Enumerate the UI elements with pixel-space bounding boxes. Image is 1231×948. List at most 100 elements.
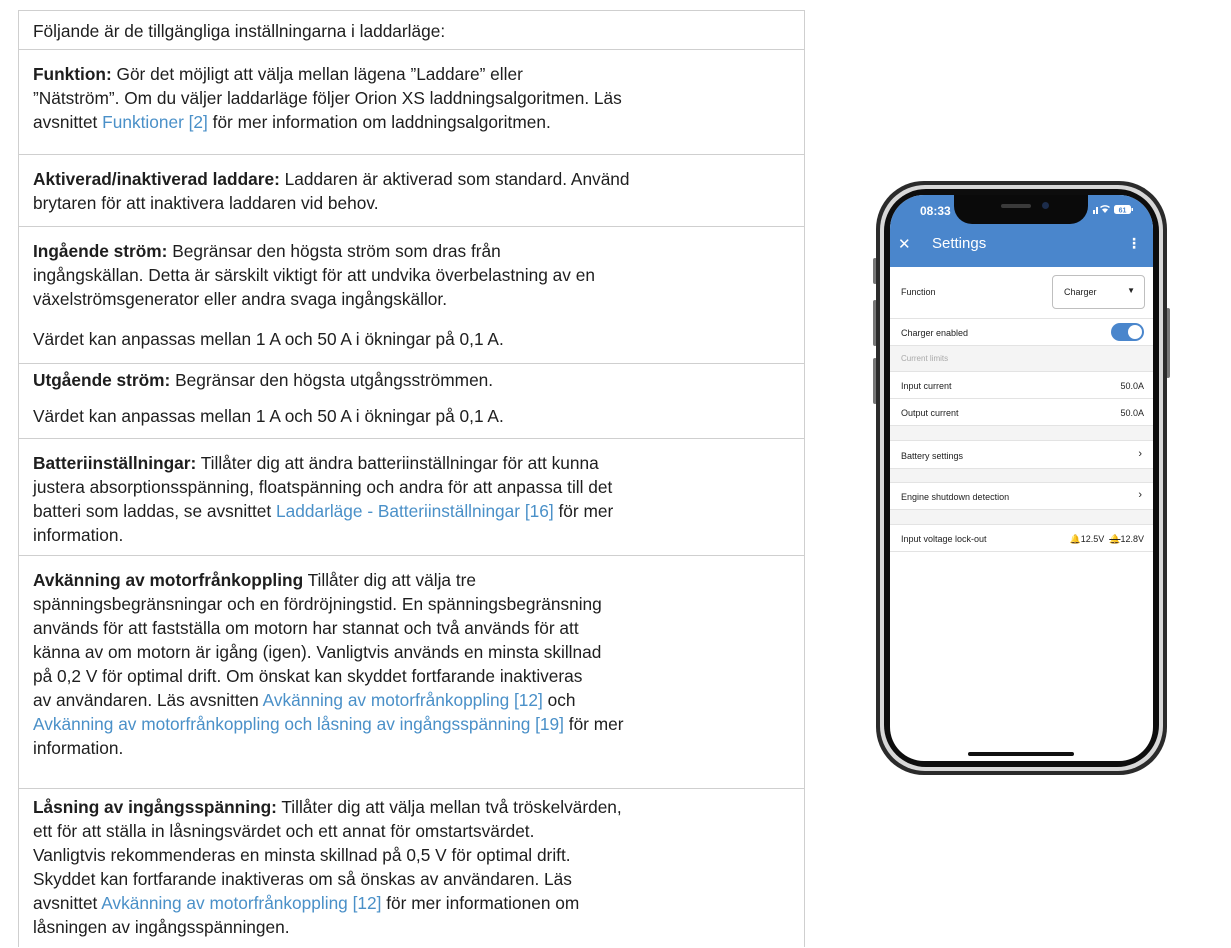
input-current-setting-row[interactable]: Input current 50.0A [890, 372, 1153, 399]
function-setting-label: Function [901, 287, 936, 297]
engine-line-5: på 0,2 V för optimal drift. Om önskat ka… [33, 666, 583, 686]
battery-settings-row: Batteriinställningar: Tillåter dig att ä… [19, 439, 804, 556]
battery-line-3a: batteri som laddas, se avsnittet [33, 501, 277, 521]
battery-settings-paragraph: Batteriinställningar: Tillåter dig att ä… [33, 451, 790, 547]
bell-off-icon: 🔔 [1109, 534, 1121, 544]
phone-screen: 08:33 61 ✕ Settings ⋮ Function Charger ▼… [890, 195, 1153, 761]
lockout-on-value: 12.5V [1080, 534, 1105, 544]
input-current-line-3: växelströmsgenerator eller andra svaga i… [33, 289, 448, 309]
charger-enabled-row: Aktiverad/inaktiverad laddare: Laddaren … [19, 155, 804, 227]
link-avkanning-motorfrankoppling-2[interactable]: Avkänning av motorfrånkoppling [12] [101, 893, 381, 913]
engine-line-1: Tillåter dig att välja tre [303, 570, 477, 590]
status-icons: 61 [1093, 205, 1133, 215]
battery-line-3b: för mer [553, 501, 614, 521]
output-current-setting-row[interactable]: Output current 50.0A [890, 399, 1153, 426]
section-spacer [890, 469, 1153, 483]
function-paragraph: Funktion: Gör det möjligt att välja mell… [33, 62, 790, 134]
intro-text: Följande är de tillgängliga inställninga… [33, 21, 446, 41]
function-line-3a: avsnittet [33, 112, 103, 132]
close-icon[interactable]: ✕ [898, 235, 911, 253]
home-indicator[interactable] [968, 752, 1074, 756]
app-bar: 08:33 61 ✕ Settings ⋮ [890, 195, 1153, 267]
input-current-setting-label: Input current [901, 381, 952, 391]
input-voltage-lockout-row: Låsning av ingångsspänning: Tillåter dig… [19, 789, 804, 948]
input-current-row: Ingående ström: Begränsar den högsta str… [19, 227, 804, 364]
link-funktioner[interactable]: Funktioner [2] [102, 112, 208, 132]
phone-notch [954, 195, 1088, 224]
output-current-row: Utgående ström: Begränsar den högsta utg… [19, 364, 804, 439]
engine-shutdown-paragraph: Avkänning av motorfrånkoppling Tillåter … [33, 568, 790, 760]
dropdown-caret-icon: ▼ [1127, 286, 1135, 295]
output-current-line-1: Begränsar den högsta utgångsströmmen. [170, 370, 494, 390]
chevron-right-icon: › [1138, 448, 1142, 460]
engine-shutdown-setting-label: Engine shutdown detection [901, 492, 1010, 502]
engine-line-7b: för mer [563, 714, 624, 734]
engine-line-6a: av användaren. Läs avsnitten [33, 690, 263, 710]
phone-mockup: 08:33 61 ✕ Settings ⋮ Function Charger ▼… [873, 180, 1170, 776]
engine-line-8: information. [33, 738, 124, 758]
engine-line-2: spänningsbegränsningar och en fördröjnin… [33, 594, 602, 614]
charger-line-2: brytaren för att inaktivera laddaren vid… [33, 193, 379, 213]
speaker-icon [1001, 204, 1031, 208]
engine-line-4: känna av om motorn är igång (igen). Vanl… [33, 642, 602, 662]
function-term: Funktion: [33, 64, 112, 84]
input-current-term: Ingående ström: [33, 241, 168, 261]
battery-settings-setting-label: Battery settings [901, 451, 964, 461]
lockout-line-5b: för mer informationen om [381, 893, 580, 913]
output-current-setting-value: 50.0A [1120, 408, 1144, 418]
charger-enabled-paragraph: Aktiverad/inaktiverad laddare: Laddaren … [33, 167, 790, 215]
input-current-line-1: Begränsar den högsta ström som dras från [167, 241, 501, 261]
input-voltage-lockout-setting-row[interactable]: Input voltage lock-out 🔔12.5V 🔔12.8V [890, 525, 1153, 552]
intro-row: Följande är de tillgängliga inställninga… [19, 11, 804, 50]
lockout-line-5a: avsnittet [33, 893, 102, 913]
section-spacer [890, 426, 1153, 441]
more-vert-icon[interactable]: ⋮ [1127, 235, 1141, 252]
svg-text:61: 61 [1119, 208, 1127, 215]
engine-shutdown-setting-row[interactable]: Engine shutdown detection › [890, 483, 1153, 510]
lockout-line-1: Tillåter dig att välja mellan två tröske… [276, 797, 622, 817]
output-current-note: Värdet kan anpassas mellan 1 A och 50 A … [33, 406, 504, 426]
chevron-right-icon: › [1138, 489, 1142, 501]
lockout-line-4: Skyddet kan fortfarande inaktiveras om s… [33, 869, 572, 889]
battery-line-4: information. [33, 525, 124, 545]
current-limits-section: Current limits [890, 346, 1153, 372]
battery-settings-term: Batteriinställningar: [33, 453, 197, 473]
input-voltage-lockout-setting-label: Input voltage lock-out [901, 534, 987, 544]
engine-shutdown-term: Avkänning av motorfrånkoppling [33, 570, 304, 590]
lockout-values: 🔔12.5V 🔔12.8V [1069, 534, 1144, 545]
wifi-icon [1102, 208, 1108, 213]
charger-line-1: Laddaren är aktiverad som standard. Anvä… [279, 169, 630, 189]
charger-enabled-toggle[interactable] [1111, 323, 1144, 341]
engine-line-3: används för att fastställa om motorn har… [33, 618, 579, 638]
input-current-note: Värdet kan anpassas mellan 1 A och 50 A … [33, 329, 504, 349]
battery-settings-setting-row[interactable]: Battery settings › [890, 441, 1153, 469]
status-time: 08:33 [920, 204, 951, 218]
function-line-2: ”Nätström”. Om du väljer laddarläge följ… [33, 88, 622, 108]
output-current-paragraph: Utgående ström: Begränsar den högsta utg… [33, 368, 790, 392]
link-avkanning-och-lasning[interactable]: Avkänning av motorfrånkoppling och låsni… [33, 714, 564, 734]
settings-description-table: Följande är de tillgängliga inställninga… [18, 10, 805, 947]
battery-line-1: Tillåter dig att ändra batteriinställnin… [196, 453, 599, 473]
input-voltage-lockout-term: Låsning av ingångsspänning: [33, 797, 277, 817]
link-avkanning-motorfrankoppling[interactable]: Avkänning av motorfrånkoppling [12] [263, 690, 543, 710]
charger-enabled-term: Aktiverad/inaktiverad laddare: [33, 169, 280, 189]
function-dropdown[interactable]: Charger ▼ [1052, 275, 1145, 309]
input-current-line-2: ingångskällan. Detta är särskilt viktigt… [33, 265, 595, 285]
bell-icon: 🔔 [1069, 534, 1081, 544]
lockout-line-2: ett för att ställa in låsningsvärdet och… [33, 821, 535, 841]
lockout-line-6: låsningen av ingångsspänningen. [33, 917, 290, 937]
function-row: Funktion: Gör det möjligt att välja mell… [19, 50, 804, 155]
lockout-line-3: Vanligtvis rekommenderas en minsta skill… [33, 845, 571, 865]
charger-enabled-setting-row: Charger enabled [890, 319, 1153, 346]
lockout-off-value: 12.8V [1120, 534, 1144, 544]
battery-line-2: justera absorptionsspänning, floatspänni… [33, 477, 613, 497]
link-laddarlage-batteriinstallningar[interactable]: Laddarläge - Batteriinställningar [16] [276, 501, 554, 521]
function-line-3b: för mer information om laddningsalgoritm… [207, 112, 551, 132]
function-setting-row: Function Charger ▼ [890, 267, 1153, 319]
function-dropdown-value: Charger [1064, 287, 1097, 297]
function-line-1: Gör det möjligt att välja mellan lägena … [111, 64, 523, 84]
section-spacer [890, 510, 1153, 525]
camera-icon [1042, 202, 1049, 209]
current-limits-heading: Current limits [901, 354, 949, 363]
engine-line-6b: och [542, 690, 576, 710]
